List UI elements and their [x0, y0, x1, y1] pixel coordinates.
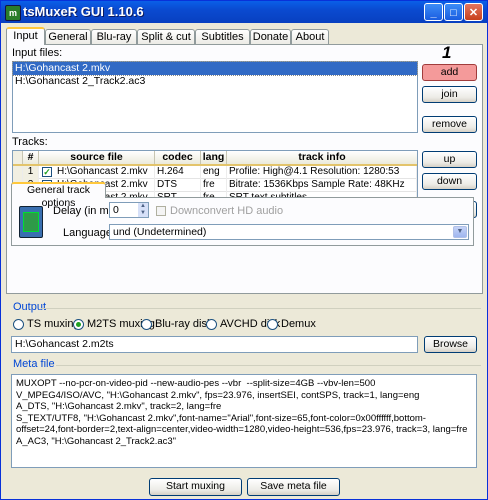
- column-header-codec[interactable]: codec: [155, 151, 201, 164]
- tracks-label: Tracks:: [12, 136, 48, 148]
- input-files-list[interactable]: H:\Gohancast 2.mkv H:\Gohancast 2_Track2…: [12, 61, 418, 133]
- chevron-down-icon[interactable]: ▼: [453, 226, 467, 238]
- meta-file-group-title: Meta file: [11, 358, 57, 370]
- column-header-lang[interactable]: lang: [201, 151, 227, 164]
- add-button[interactable]: add: [422, 64, 477, 81]
- avchd-disk-radio[interactable]: [206, 319, 217, 330]
- list-item[interactable]: H:\Gohancast 2.mkv: [12, 61, 418, 76]
- downconvert-checkbox[interactable]: [156, 206, 166, 216]
- tab-blu-ray[interactable]: Blu-ray: [91, 29, 137, 44]
- language-label: Language:: [63, 227, 115, 239]
- app-icon: m: [5, 5, 21, 21]
- ts-muxing-radio[interactable]: [13, 319, 24, 330]
- m2ts-muxing-radio[interactable]: [73, 319, 84, 330]
- track-options-panel: Delay (in ms): 0 ▲ ▼ Downconvert HD audio…: [11, 197, 474, 246]
- tab-subtitles[interactable]: Subtitles: [195, 29, 250, 44]
- track-info-cell: Bitrate: 1536Kbps Sample Rate: 48KHz: [227, 179, 417, 192]
- column-header-number[interactable]: #: [23, 151, 39, 164]
- demux-label[interactable]: Demux: [281, 318, 316, 330]
- up-button[interactable]: up: [422, 151, 477, 168]
- tab-general-track-options[interactable]: General track options: [11, 182, 106, 209]
- tab-general[interactable]: General: [45, 29, 91, 44]
- language-value: und (Undetermined): [113, 226, 207, 238]
- blu-ray-disk-radio[interactable]: [141, 319, 152, 330]
- window-title: tsMuxeR GUI 1.10.6: [23, 4, 144, 19]
- track-row[interactable]: 1 ✓ H:\Gohancast 2.mkv H.264 eng Profile: Hig…: [13, 166, 417, 179]
- close-button[interactable]: ✕: [464, 3, 483, 21]
- down-button[interactable]: down: [422, 173, 477, 190]
- meta-file-text[interactable]: MUXOPT --no-pcr-on-video-pid --new-audio…: [11, 374, 477, 468]
- save-meta-file-button[interactable]: Save meta file: [247, 478, 340, 496]
- start-muxing-button[interactable]: Start muxing: [149, 478, 242, 496]
- output-group-title: Output: [11, 301, 49, 313]
- delay-spinner[interactable]: ▲ ▼: [138, 203, 148, 217]
- list-item[interactable]: H:\Gohancast 2_Track2.ac3: [13, 75, 417, 88]
- browse-button[interactable]: Browse: [424, 336, 477, 353]
- blu-ray-disk-label[interactable]: Blu-ray disk: [155, 318, 212, 330]
- minimize-button[interactable]: _: [424, 3, 443, 21]
- main-window: m tsMuxeR GUI 1.10.6 _ □ ✕ Input General…: [0, 0, 488, 500]
- track-codec-cell: H.264: [155, 166, 201, 179]
- track-number-cell: 1: [23, 166, 39, 179]
- title-bar[interactable]: m tsMuxeR GUI 1.10.6 _ □ ✕: [1, 1, 487, 23]
- track-codec-cell: DTS: [155, 179, 201, 192]
- track-lang-cell: fre: [201, 179, 227, 192]
- step-badge: 1: [442, 43, 452, 62]
- track-info-cell: Profile: High@4.1 Resolution: 1280:53: [227, 166, 417, 179]
- track-source-cell: H:\Gohancast 2.mkv: [39, 166, 155, 179]
- downconvert-label: Downconvert HD audio: [170, 205, 284, 217]
- join-button[interactable]: join: [422, 86, 477, 103]
- tab-split-cut[interactable]: Split & cut: [137, 29, 195, 44]
- remove-file-button[interactable]: remove: [422, 116, 477, 133]
- demux-radio[interactable]: [267, 319, 278, 330]
- column-header-track-info[interactable]: track info: [227, 151, 417, 164]
- track-lang-cell: eng: [201, 166, 227, 179]
- ts-muxing-label[interactable]: TS muxing: [27, 318, 80, 330]
- tab-input[interactable]: Input: [6, 27, 45, 45]
- tracks-header: # source file codec lang track info: [13, 151, 417, 166]
- input-files-label: Input files:: [12, 47, 63, 59]
- tab-donate[interactable]: Donate: [250, 29, 291, 44]
- column-header-source[interactable]: source file: [39, 151, 155, 164]
- output-path-input[interactable]: H:\Gohancast 2.m2ts: [11, 336, 418, 353]
- film-strip-icon: [19, 206, 43, 238]
- tab-about[interactable]: About: [291, 29, 329, 44]
- maximize-button[interactable]: □: [444, 3, 463, 21]
- input-tab-panel: Input files: H:\Gohancast 2.mkv H:\Gohan…: [6, 43, 483, 294]
- language-select[interactable]: und (Undetermined) ▼: [109, 224, 469, 240]
